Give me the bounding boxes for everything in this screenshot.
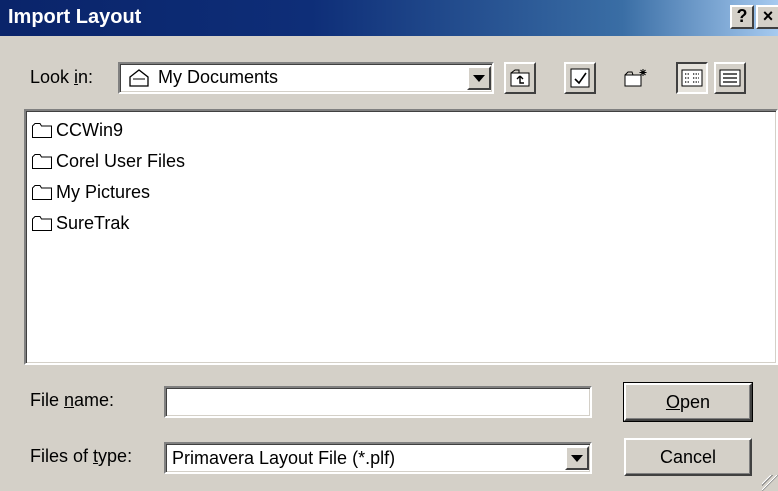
file-type-dropdown[interactable]: Primavera Layout File (*.plf) — [164, 442, 592, 474]
look-in-dropdown[interactable]: My Documents — [118, 62, 494, 94]
file-name: CCWin9 — [56, 120, 124, 140]
file-name: My Pictures — [56, 182, 151, 202]
file-type-value: Primavera Layout File (*.plf) — [172, 448, 396, 468]
look-in-value: My Documents — [158, 67, 279, 87]
window-title: Import Layout — [8, 6, 142, 28]
resize-grip[interactable] — [762, 475, 778, 491]
file-name: Corel User Files — [56, 151, 186, 171]
help-button[interactable]: ? — [730, 5, 754, 29]
title-bar[interactable]: Import Layout ? × — [0, 0, 778, 36]
new-folder-button[interactable] — [620, 62, 652, 94]
up-one-level-button[interactable] — [504, 62, 536, 94]
desktop-button[interactable] — [564, 62, 596, 94]
look-in-label: Look in: — [30, 67, 94, 87]
file-type-label: Files of type: — [30, 446, 133, 466]
list-view-button[interactable] — [676, 62, 708, 94]
file-name: SureTrak — [56, 213, 130, 233]
details-view-icon — [719, 69, 741, 87]
list-view-icon — [681, 69, 703, 87]
list-item[interactable]: Corel User Files — [32, 148, 185, 175]
desktop-icon — [570, 68, 590, 88]
folder-icon — [32, 123, 52, 138]
list-item[interactable]: SureTrak — [32, 210, 129, 237]
folder-icon — [32, 185, 52, 200]
open-button[interactable]: Open — [623, 382, 753, 422]
file-name-input[interactable] — [164, 386, 592, 418]
documents-folder-icon — [129, 69, 149, 87]
file-list[interactable]: CCWin9 Corel User Files My Pictures Sure… — [24, 109, 778, 365]
close-button[interactable]: × — [756, 5, 778, 29]
cancel-button[interactable]: Cancel — [624, 438, 752, 476]
list-item[interactable]: CCWin9 — [32, 117, 123, 144]
folder-icon — [32, 154, 52, 169]
new-folder-icon — [624, 69, 647, 87]
file-name-label: File name: — [30, 390, 115, 410]
chevron-down-icon[interactable] — [467, 66, 491, 90]
chevron-down-icon[interactable] — [565, 446, 589, 470]
details-view-button[interactable] — [714, 62, 746, 94]
folder-icon — [32, 216, 52, 231]
list-item[interactable]: My Pictures — [32, 179, 150, 206]
up-folder-icon — [510, 69, 530, 87]
